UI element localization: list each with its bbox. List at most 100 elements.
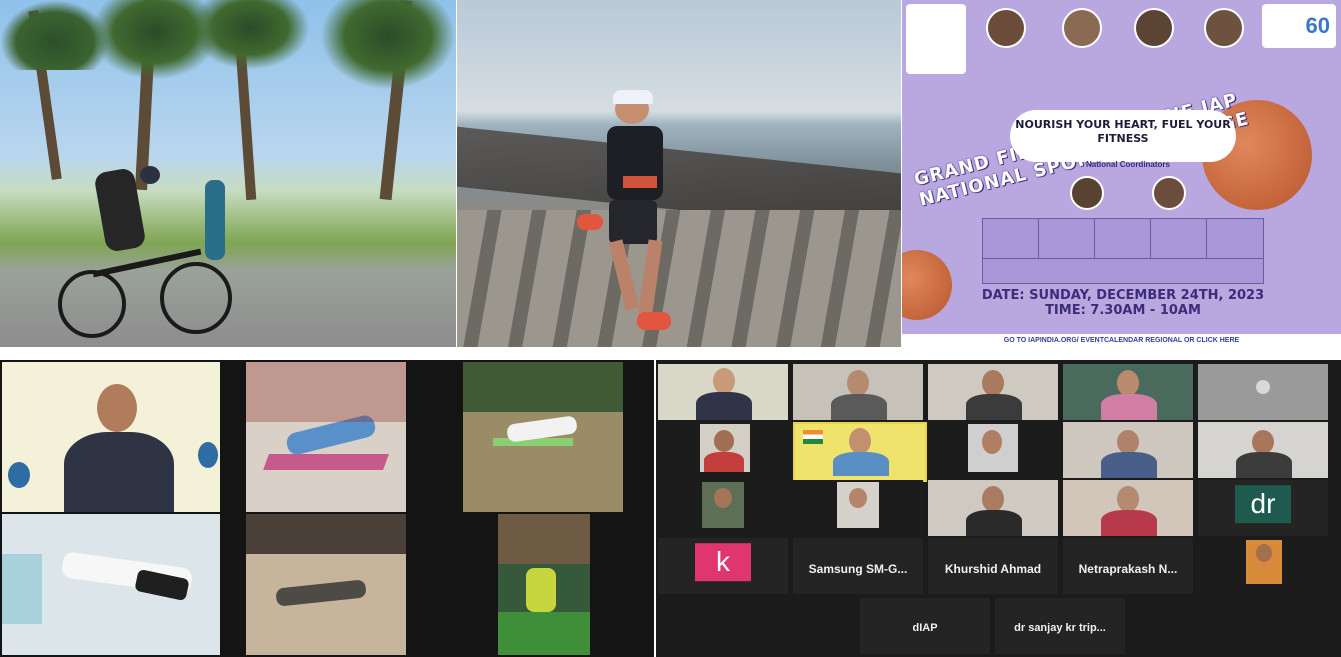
participant-display-name: Khurshid Ahmad xyxy=(944,561,1042,576)
sofa xyxy=(2,554,42,624)
avatar-initial: k xyxy=(695,543,751,582)
video-tile[interactable] xyxy=(793,364,923,420)
speaker-avatar xyxy=(986,8,1026,48)
helmet xyxy=(140,166,160,184)
video-tile[interactable] xyxy=(658,364,788,420)
exerciser-figure xyxy=(526,568,556,612)
video-tile[interactable] xyxy=(246,514,406,655)
participant-body xyxy=(1101,452,1157,478)
participant-display-name: Samsung SM-G... xyxy=(808,561,908,576)
video-tile[interactable] xyxy=(1198,538,1328,594)
schedule-cell xyxy=(1150,218,1208,260)
video-tile-no-video[interactable]: Samsung SM-G... xyxy=(793,538,923,594)
video-tile[interactable] xyxy=(1063,364,1193,420)
background-wall xyxy=(246,362,406,422)
webcam-icon xyxy=(1256,380,1270,394)
exerciser-figure xyxy=(275,579,367,607)
event-date-time: DATE: SUNDAY, DECEMBER 24TH, 2023 TIME: … xyxy=(932,288,1314,328)
participant-body xyxy=(833,452,889,476)
video-tile[interactable] xyxy=(498,514,590,655)
participant-head xyxy=(982,370,1004,396)
video-tile[interactable] xyxy=(2,514,220,655)
schedule-cell xyxy=(1038,218,1096,260)
zoom-gallery-left xyxy=(0,360,654,657)
participant-body xyxy=(1101,394,1157,420)
video-tile[interactable] xyxy=(463,362,623,512)
diamond-jubilee-badge: 60 xyxy=(1262,4,1336,48)
participant-head xyxy=(847,370,869,396)
event-date: DATE: SUNDAY, DECEMBER 24TH, 2023 xyxy=(981,288,1265,303)
palm-leaves xyxy=(320,0,456,90)
runner-shorts xyxy=(609,200,657,244)
participant-body xyxy=(1236,452,1292,478)
cap xyxy=(613,90,653,104)
participant-body xyxy=(704,452,744,472)
runner-vest xyxy=(607,126,663,200)
speaker-avatar xyxy=(1134,8,1174,48)
coordinator-avatar xyxy=(1152,176,1186,210)
speaker-avatar xyxy=(1204,8,1244,48)
palm-leaves xyxy=(190,0,310,70)
participant-head xyxy=(982,486,1004,512)
participant-head xyxy=(1117,430,1139,454)
video-tile[interactable] xyxy=(1198,364,1328,420)
ceiling xyxy=(246,514,406,554)
avatar-initial: dr xyxy=(1235,485,1291,524)
org-logo xyxy=(198,442,218,468)
video-tile[interactable] xyxy=(928,422,1058,478)
participant-display-name: Netraprakash N... xyxy=(1078,561,1178,576)
race-bib xyxy=(623,176,657,188)
video-tile-no-video[interactable]: dr sanjay kr trip... xyxy=(995,598,1125,654)
schedule-cell xyxy=(1206,218,1264,260)
participant-display-name: dIAP xyxy=(912,621,938,634)
video-tile-no-video[interactable]: dr xyxy=(1198,480,1328,536)
video-tile-no-video[interactable]: dIAP xyxy=(860,598,990,654)
participant-head xyxy=(1252,430,1274,454)
iap-logo xyxy=(906,4,966,74)
gym-ceiling xyxy=(498,514,590,564)
video-tile[interactable] xyxy=(1198,422,1328,478)
video-tile[interactable] xyxy=(2,362,220,512)
running-shoe xyxy=(577,214,603,230)
flag-graphic xyxy=(803,430,823,444)
video-tile[interactable] xyxy=(928,480,1058,536)
video-tile[interactable] xyxy=(1063,422,1193,478)
bike-wheel xyxy=(160,262,232,334)
video-tile-no-video[interactable]: Khurshid Ahmad xyxy=(928,538,1058,594)
video-tile[interactable] xyxy=(793,480,923,536)
coordinator-avatar xyxy=(1070,176,1104,210)
video-tile-no-video[interactable]: k xyxy=(658,538,788,594)
participant-head xyxy=(982,430,1002,454)
participant-head xyxy=(1256,544,1272,562)
participant-body xyxy=(696,392,752,420)
org-logo xyxy=(8,462,30,488)
video-tile[interactable] xyxy=(928,364,1058,420)
participant-head xyxy=(713,368,735,394)
participant-head xyxy=(1117,486,1139,512)
participant-body xyxy=(966,510,1022,536)
video-tile[interactable] xyxy=(658,480,788,536)
schedule-cell xyxy=(982,258,1264,284)
tagline-cloud: NOURISH YOUR HEART, FUEL YOUR FITNESS xyxy=(1010,110,1236,162)
bike-wheel xyxy=(58,270,126,338)
zoom-gallery-right: dr k Samsung SM-G... Khurshid Ahmad Netr… xyxy=(656,360,1341,657)
cyclist-photo xyxy=(0,0,456,347)
schedule-cell xyxy=(982,218,1040,260)
participant-head xyxy=(1117,370,1139,396)
participant-head xyxy=(714,488,732,508)
speaker-avatar xyxy=(1062,8,1102,48)
video-tile[interactable] xyxy=(658,422,788,478)
running-shoe xyxy=(637,312,671,330)
yoga-mat xyxy=(263,454,389,470)
turf-floor xyxy=(498,612,590,655)
registration-link[interactable]: GO TO IAPINDIA.ORG/ EVENTCALENDAR REGION… xyxy=(902,334,1341,347)
coordinators-heading: National Coordinators xyxy=(1085,160,1170,169)
road-shadows xyxy=(457,210,901,347)
video-tile-active-speaker[interactable] xyxy=(793,422,927,482)
participant-body xyxy=(64,432,174,512)
video-tile[interactable] xyxy=(1063,480,1193,536)
video-tile[interactable] xyxy=(246,362,406,512)
runner-photo xyxy=(457,0,901,347)
participant-head xyxy=(714,430,734,452)
video-tile-no-video[interactable]: Netraprakash N... xyxy=(1063,538,1193,594)
